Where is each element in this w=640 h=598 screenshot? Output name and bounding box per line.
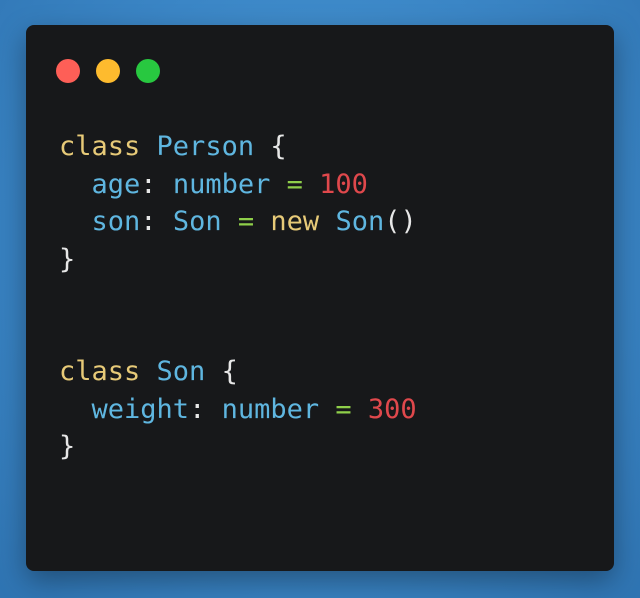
code-token: } — [59, 243, 76, 275]
minimize-dot-icon[interactable] — [96, 59, 120, 83]
code-token: new — [270, 206, 320, 237]
close-dot-icon[interactable] — [56, 59, 80, 83]
code-token: = — [286, 168, 303, 200]
code-token: son — [91, 206, 141, 237]
code-token: class — [59, 356, 141, 387]
code-block: class Person { age: number = 100 son: So… — [59, 128, 417, 466]
code-window: class Person { age: number = 100 son: So… — [26, 25, 614, 571]
code-token: : — [189, 393, 222, 425]
code-token: = — [237, 206, 255, 237]
code-token: : — [140, 206, 173, 237]
code-token: } — [59, 431, 76, 462]
code-token: = — [335, 393, 352, 425]
code-line: weight: number = 300 — [59, 391, 417, 429]
code-line: son: Son = new Son() — [59, 203, 417, 241]
code-token: 100 — [319, 168, 368, 200]
code-line: age: number = 100 — [59, 166, 417, 204]
code-token: Son — [335, 206, 385, 237]
code-token: { — [205, 356, 238, 387]
code-line: } — [59, 428, 417, 466]
code-line: } — [59, 241, 417, 279]
window-controls — [56, 59, 160, 83]
code-token: { — [254, 131, 287, 162]
code-token: age — [91, 168, 141, 200]
code-token: () — [384, 206, 417, 237]
maximize-dot-icon[interactable] — [136, 59, 160, 83]
code-line: class Son { — [59, 353, 417, 391]
code-token: weight — [91, 393, 190, 425]
code-token: Son — [156, 356, 206, 387]
code-token: : — [140, 168, 173, 200]
code-token: Person — [156, 131, 255, 162]
code-token: number — [172, 168, 271, 200]
code-token: number — [221, 393, 320, 425]
code-token: Son — [172, 206, 222, 237]
code-line: class Person { — [59, 128, 417, 166]
code-token: 300 — [367, 393, 417, 425]
code-token: class — [59, 131, 141, 162]
